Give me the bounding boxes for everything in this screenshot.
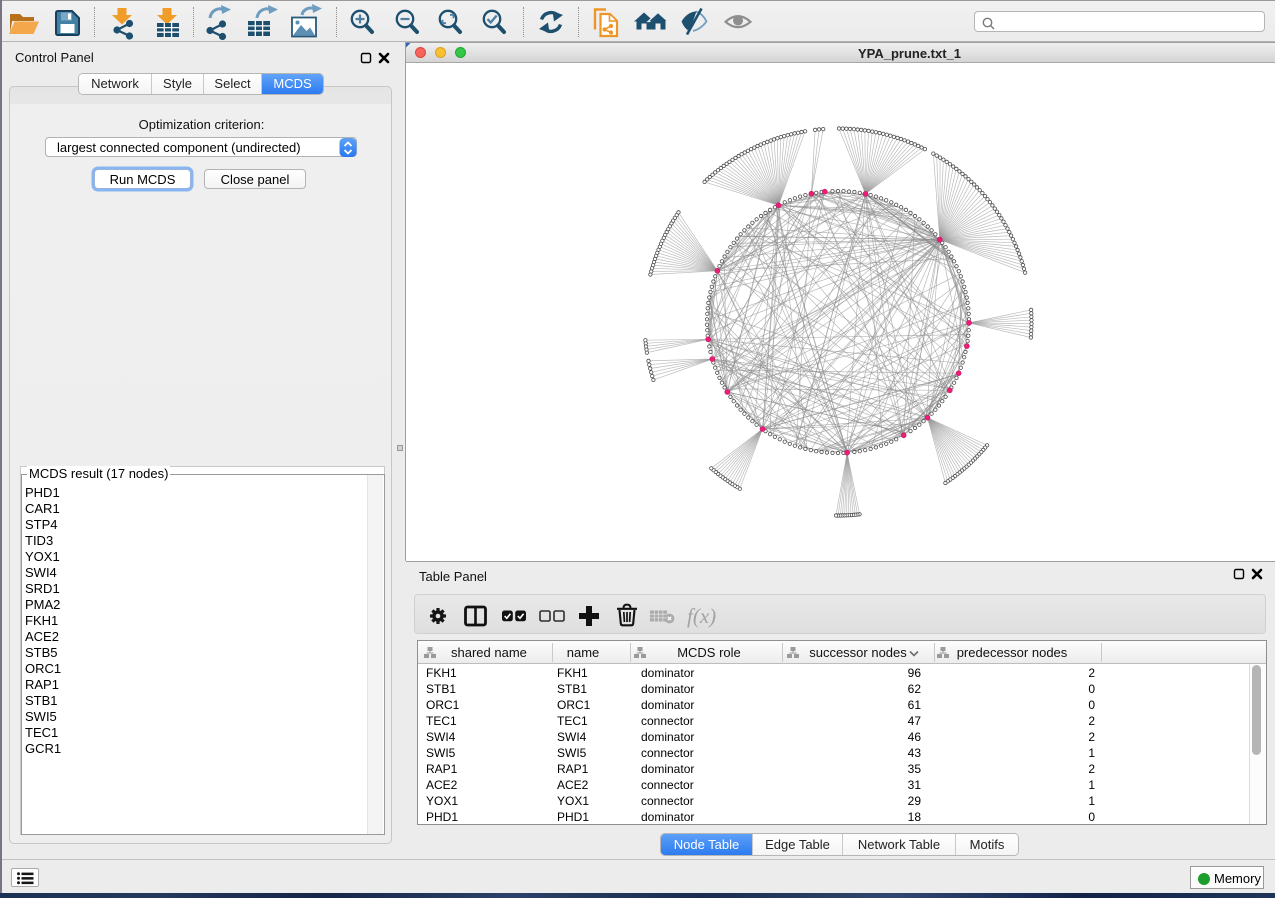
- svg-text:f(x): f(x): [687, 604, 716, 628]
